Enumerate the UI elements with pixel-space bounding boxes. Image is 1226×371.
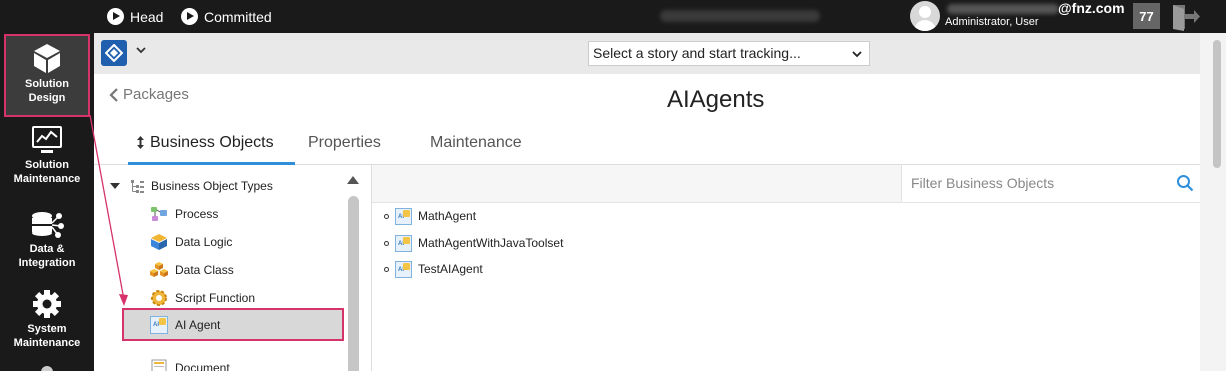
tree-item-label: Data Logic — [175, 235, 233, 249]
avatar[interactable] — [910, 1, 940, 31]
tab-properties[interactable]: Properties — [308, 134, 381, 152]
tree-item-process[interactable]: Process — [150, 203, 218, 225]
tree-item-data-logic[interactable]: Data Logic — [150, 231, 232, 253]
diamond-logo-icon — [105, 44, 123, 62]
tab-label: Maintenance — [430, 134, 522, 151]
nav-label-line2: Design — [28, 92, 66, 104]
list-item[interactable]: MathAgentWithJavaToolset — [384, 233, 563, 253]
bullet-icon — [384, 266, 389, 272]
nav-label-line1: Solution — [25, 159, 69, 171]
tree-scrollbar[interactable] — [345, 172, 361, 371]
chevron-down-icon[interactable] — [135, 45, 147, 55]
filter-business-objects-input[interactable]: Filter Business Objects — [901, 165, 1200, 202]
list-item[interactable]: TestAIAgent — [384, 259, 483, 279]
tree-item-ai-agent[interactable]: AI Agent — [122, 308, 344, 341]
filter-placeholder: Filter Business Objects — [911, 175, 1055, 191]
app-switcher-button[interactable] — [101, 40, 127, 66]
user-role: Administrator, User — [945, 16, 1039, 28]
toolbar: Select a story and start tracking... — [94, 33, 1200, 74]
tree-item-script-function[interactable]: Script Function — [150, 287, 255, 309]
tree-item-label: Script Function — [175, 291, 256, 305]
bullet-icon — [384, 240, 389, 246]
ai-agent-icon — [395, 207, 412, 225]
ai-agent-icon — [395, 234, 412, 252]
cube-icon — [34, 44, 60, 73]
redacted-environment-name — [660, 10, 820, 22]
nav-label-line1: Solution — [25, 78, 69, 90]
nav-label-line1: Data & — [29, 243, 65, 255]
logout-icon[interactable] — [1170, 3, 1200, 31]
nav-label-line2: Integration — [18, 257, 76, 269]
tab-business-objects[interactable]: Business Objects — [128, 134, 295, 165]
tab-label: Business Objects — [150, 134, 274, 151]
data-class-icon — [150, 262, 168, 277]
object-label: MathAgentWithJavaToolset — [418, 236, 564, 250]
nav-more-indicator — [41, 366, 53, 371]
ai-agent-icon — [395, 260, 412, 278]
filter-bar: Filter Business Objects — [372, 165, 1200, 203]
tree-item-label: Data Class — [175, 263, 234, 277]
redacted-email — [947, 4, 1059, 14]
data-logic-icon — [151, 234, 167, 250]
tab-bar: Business Objects Properties Maintenance — [94, 130, 1200, 165]
script-function-icon — [151, 290, 167, 306]
tree-item-data-class[interactable]: Data Class — [150, 259, 234, 281]
database-network-icon — [32, 212, 64, 238]
tree-item-document[interactable]: Document — [150, 357, 230, 371]
back-to-packages-link[interactable]: Packages — [109, 86, 189, 103]
tree-item-label: AI Agent — [175, 317, 221, 332]
page-scrollbar-thumb[interactable] — [1213, 40, 1221, 168]
head-label: Head — [130, 8, 164, 25]
tree-item-label: Document — [175, 361, 230, 371]
play-circle-icon — [181, 8, 198, 25]
scroll-up-arrow-icon[interactable] — [347, 176, 359, 184]
chevron-left-icon — [109, 87, 118, 102]
ai-agent-icon — [150, 315, 168, 334]
search-icon[interactable] — [1176, 174, 1194, 192]
nav-label-line2: Maintenance — [13, 173, 81, 185]
story-select-value: Select a story and start tracking... — [593, 45, 801, 61]
committed-label: Committed — [204, 8, 272, 25]
head-button[interactable]: Head — [107, 0, 163, 33]
tree-root-label: Business Object Types — [151, 179, 273, 193]
document-icon — [151, 359, 167, 371]
tab-label: Properties — [308, 134, 381, 151]
committed-button[interactable]: Committed — [181, 0, 272, 33]
story-select[interactable]: Select a story and start tracking... — [588, 41, 870, 66]
object-label: TestAIAgent — [418, 262, 483, 276]
tree-item-label: Process — [175, 207, 219, 221]
gear-icon — [33, 290, 61, 318]
object-label: MathAgent — [418, 209, 477, 223]
annotation-arrow — [89, 114, 128, 306]
nav-label-line2: Maintenance — [13, 337, 81, 349]
page-title: AIAgents — [667, 86, 765, 113]
nav-solution-design[interactable]: Solution Design — [4, 34, 90, 117]
nav-label-line1: System — [27, 323, 67, 335]
bullet-icon — [384, 213, 389, 219]
back-label: Packages — [123, 86, 189, 103]
notification-badge[interactable]: 77 — [1133, 3, 1160, 29]
process-icon — [151, 207, 167, 221]
tab-maintenance[interactable]: Maintenance — [430, 134, 522, 152]
chevron-down-icon — [852, 51, 862, 58]
user-email-domain: @fnz.com — [1058, 0, 1125, 16]
tree-scrollbar-thumb[interactable] — [348, 196, 359, 371]
top-bar: Head Committed @fnz.com Administrator, U… — [0, 0, 1226, 33]
monitor-chart-icon — [32, 126, 62, 153]
list-item[interactable]: MathAgent — [384, 206, 476, 226]
play-circle-icon — [107, 8, 124, 25]
